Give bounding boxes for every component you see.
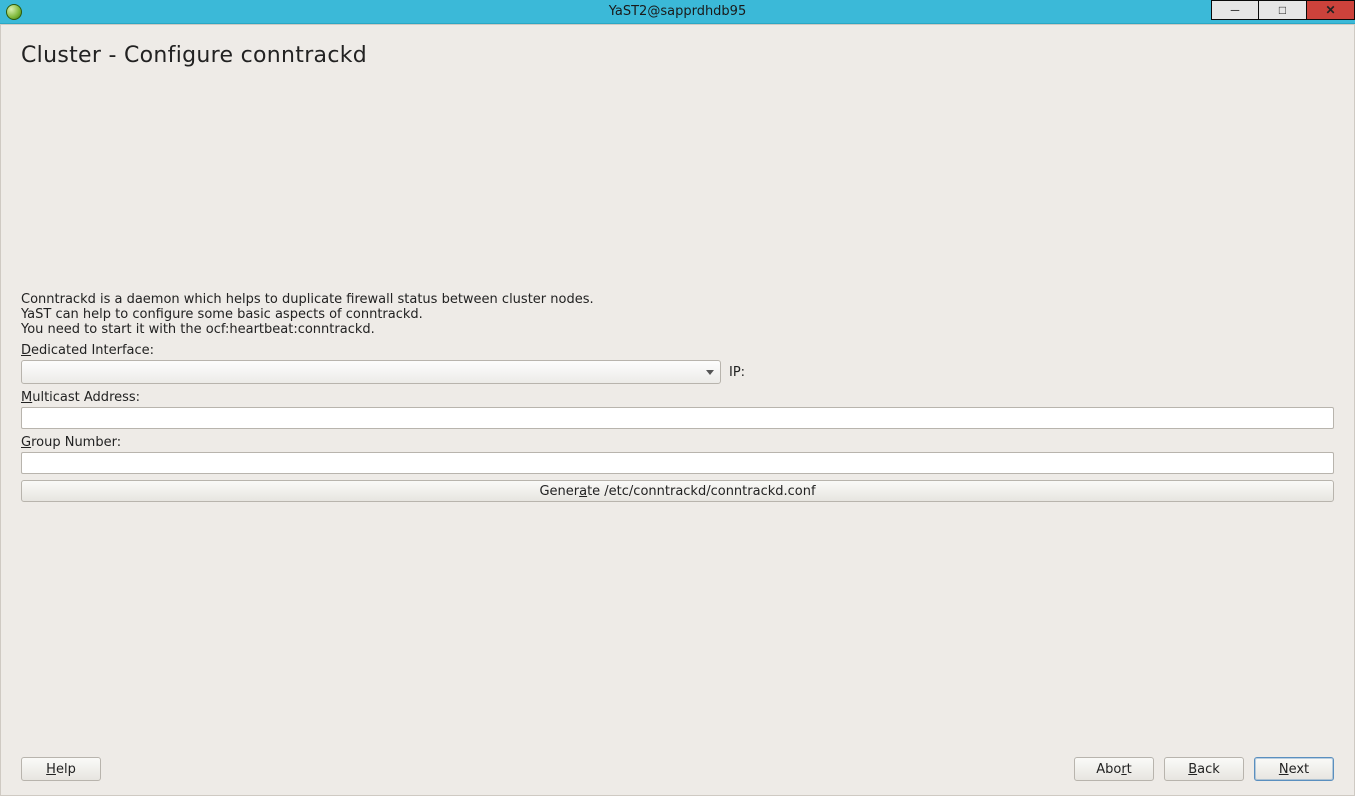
close-button[interactable]: ✕ bbox=[1307, 0, 1355, 20]
maximize-button[interactable]: □ bbox=[1259, 0, 1307, 20]
form: Dedicated Interface: IP: Multicast Addre… bbox=[21, 343, 1334, 508]
app-icon bbox=[6, 4, 22, 20]
multicast-address-input[interactable] bbox=[21, 407, 1334, 429]
description-line: You need to start it with the ocf:heartb… bbox=[21, 323, 1334, 338]
back-button[interactable]: Back bbox=[1164, 757, 1244, 781]
group-number-input[interactable] bbox=[21, 452, 1334, 474]
content-area: Cluster - Configure conntrackd Conntrack… bbox=[0, 24, 1355, 796]
titlebar: YaST2@sapprdhdb95 ─ □ ✕ bbox=[0, 0, 1355, 24]
window-title: YaST2@sapprdhdb95 bbox=[0, 4, 1355, 19]
multicast-address-label: Multicast Address: bbox=[21, 390, 1334, 405]
next-button[interactable]: Next bbox=[1254, 757, 1334, 781]
description-line: Conntrackd is a daemon which helps to du… bbox=[21, 293, 1334, 308]
page-title: Cluster - Configure conntrackd bbox=[21, 43, 1344, 68]
help-button[interactable]: Help bbox=[21, 757, 101, 781]
description-line: YaST can help to configure some basic as… bbox=[21, 308, 1334, 323]
generate-button[interactable]: Generate /etc/conntrackd/conntrackd.conf bbox=[21, 480, 1334, 502]
abort-button[interactable]: Abort bbox=[1074, 757, 1154, 781]
dedicated-interface-label: Dedicated Interface: bbox=[21, 343, 1334, 358]
chevron-down-icon bbox=[706, 370, 714, 375]
dedicated-interface-dropdown[interactable] bbox=[21, 360, 721, 384]
description-text: Conntrackd is a daemon which helps to du… bbox=[21, 293, 1334, 338]
ip-label: IP: bbox=[729, 365, 745, 380]
minimize-button[interactable]: ─ bbox=[1211, 0, 1259, 20]
footer-buttons: Help Abort Back Next bbox=[21, 757, 1334, 781]
window-controls: ─ □ ✕ bbox=[1211, 0, 1355, 23]
group-number-label: Group Number: bbox=[21, 435, 1334, 450]
